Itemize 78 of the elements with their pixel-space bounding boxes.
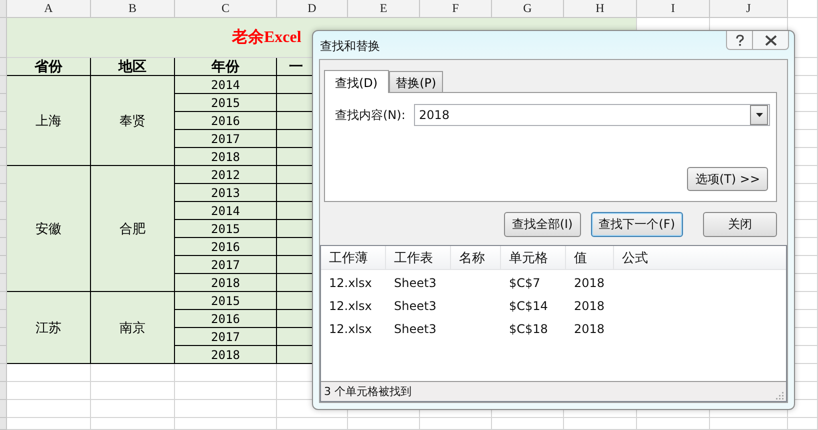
- table-cell: 南京: [120, 318, 146, 336]
- list-column-header[interactable]: 工作表: [386, 246, 451, 269]
- sheet-cell: [420, 418, 492, 430]
- list-column-header[interactable]: 工作薄: [321, 246, 386, 269]
- result-cell: Sheet3: [394, 322, 436, 336]
- result-cell: $C$18: [509, 322, 548, 336]
- table-cell: 2016: [211, 114, 240, 128]
- table-cell: 2015: [211, 96, 240, 110]
- sheet-cell: [348, 418, 420, 430]
- result-cell: $C$7: [509, 276, 540, 290]
- column-header: G: [523, 1, 532, 16]
- list-column-header[interactable]: 值: [566, 246, 614, 269]
- table-cell: 2017: [211, 258, 240, 272]
- result-cell: 2018: [574, 298, 605, 312]
- caret-icon: [756, 113, 762, 117]
- close-icon: [764, 34, 776, 46]
- sheet-cell: [277, 418, 348, 430]
- dialog-button[interactable]: 查找下一个(F): [590, 212, 683, 237]
- column-header: H: [596, 1, 604, 16]
- table-cell: 上海: [36, 112, 62, 130]
- find-label: 查找内容(N):: [335, 106, 406, 124]
- column-header: E: [380, 1, 388, 16]
- result-cell: Sheet3: [394, 276, 436, 290]
- table-cell: 2015: [211, 294, 240, 308]
- table-cell: 奉贤: [120, 112, 146, 130]
- table-cell: 2016: [211, 240, 240, 254]
- dialog-button[interactable]: 关闭: [703, 212, 777, 237]
- table-cell: 2017: [211, 330, 240, 344]
- table-cell: 2014: [211, 78, 240, 92]
- table-cell: 2015: [211, 222, 240, 236]
- dropdown-button[interactable]: [750, 105, 768, 125]
- dialog-button[interactable]: 查找全部(I): [504, 212, 581, 237]
- column-header: C: [221, 1, 230, 16]
- result-cell: 2018: [574, 276, 605, 290]
- sheet-cell: [788, 0, 818, 18]
- column-heading: 省份: [34, 58, 62, 75]
- dialog-title: 查找和替换: [320, 38, 380, 55]
- result-cell: 12.xlsx: [329, 298, 372, 312]
- list-column-header[interactable]: 名称: [451, 246, 501, 269]
- tab[interactable]: 查找(D): [324, 70, 389, 93]
- table-cell: 江苏: [36, 318, 62, 336]
- options-button[interactable]: 选项(T) >>: [687, 167, 768, 191]
- tab[interactable]: 替换(P): [388, 71, 444, 92]
- column-heading: 地区: [118, 58, 146, 75]
- table-cell: 合肥: [120, 220, 146, 238]
- column-heading: 一: [289, 58, 303, 75]
- result-cell: 2018: [574, 322, 605, 336]
- result-cell: 12.xlsx: [329, 322, 372, 336]
- column-header: I: [671, 1, 675, 16]
- list-column-header[interactable]: 单元格: [501, 246, 566, 269]
- column-header: B: [128, 1, 136, 16]
- table-cell: 安徽: [36, 220, 62, 238]
- table-cell: 2016: [211, 312, 240, 326]
- table-cell: 2013: [211, 186, 240, 200]
- column-header: D: [308, 1, 316, 16]
- table-cell: 2018: [211, 276, 240, 290]
- status-text: 3 个单元格被找到: [324, 384, 412, 399]
- result-cell: $C$14: [509, 298, 548, 312]
- result-cell: Sheet3: [394, 298, 436, 312]
- column-header: F: [452, 1, 459, 16]
- table-cell: 2018: [211, 150, 240, 164]
- help-icon: [734, 34, 746, 46]
- table-cell: 2012: [211, 168, 240, 182]
- help-button[interactable]: [726, 31, 753, 50]
- sheet-cell: [492, 418, 564, 430]
- result-cell: 12.xlsx: [329, 276, 372, 290]
- sheet-cell: [788, 418, 818, 430]
- find-field[interactable]: 2018: [414, 104, 770, 126]
- resize-grip-icon: [775, 391, 784, 400]
- list-column-header[interactable]: 公式: [614, 246, 786, 269]
- column-header: A: [44, 1, 53, 16]
- column-header: J: [746, 1, 751, 16]
- table-cell: 2014: [211, 204, 240, 218]
- close-button[interactable]: [753, 31, 789, 50]
- table-cell: 2017: [211, 132, 240, 146]
- table-cell: 2018: [211, 348, 240, 362]
- column-heading: 年份: [212, 58, 240, 75]
- sheet-title: 老余Excel: [232, 28, 302, 48]
